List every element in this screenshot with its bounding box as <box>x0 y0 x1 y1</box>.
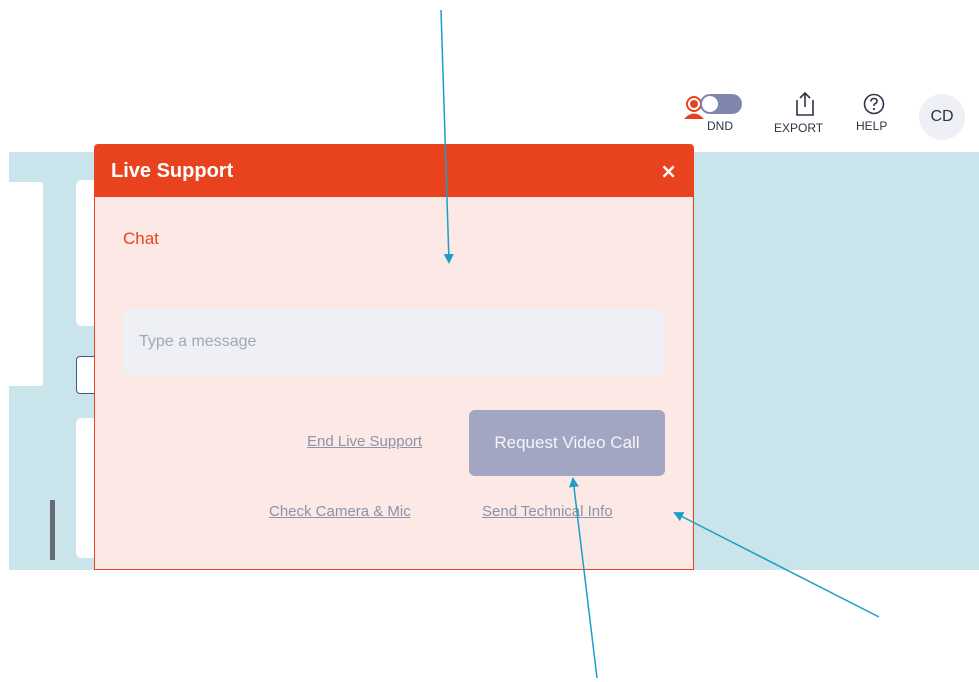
request-video-call-button[interactable]: Request Video Call <box>469 410 665 476</box>
live-support-dialog: Live Support × Chat End Live Support Req… <box>94 144 694 570</box>
chat-label: Chat <box>123 229 159 248</box>
message-input[interactable] <box>123 309 665 375</box>
export-label[interactable]: EXPORT <box>774 121 823 135</box>
dialog-header: Live Support × <box>95 145 693 197</box>
scrollbar[interactable] <box>50 500 55 560</box>
dnd-label: DND <box>707 119 733 133</box>
dialog-title: Live Support <box>111 159 234 182</box>
top-bar: DND EXPORT HELP CD <box>0 0 979 152</box>
end-live-support-link[interactable]: End Live Support <box>307 433 422 450</box>
dnd-toggle[interactable] <box>700 94 742 114</box>
send-technical-info-link[interactable]: Send Technical Info <box>482 503 613 520</box>
help-icon[interactable] <box>863 93 885 115</box>
close-icon[interactable]: × <box>660 159 677 183</box>
export-icon[interactable] <box>793 91 817 117</box>
avatar[interactable]: CD <box>919 94 965 140</box>
help-label[interactable]: HELP <box>856 119 887 133</box>
left-panel-card <box>9 182 43 386</box>
toggle-knob <box>702 96 718 112</box>
check-camera-mic-link[interactable]: Check Camera & Mic <box>269 503 411 520</box>
